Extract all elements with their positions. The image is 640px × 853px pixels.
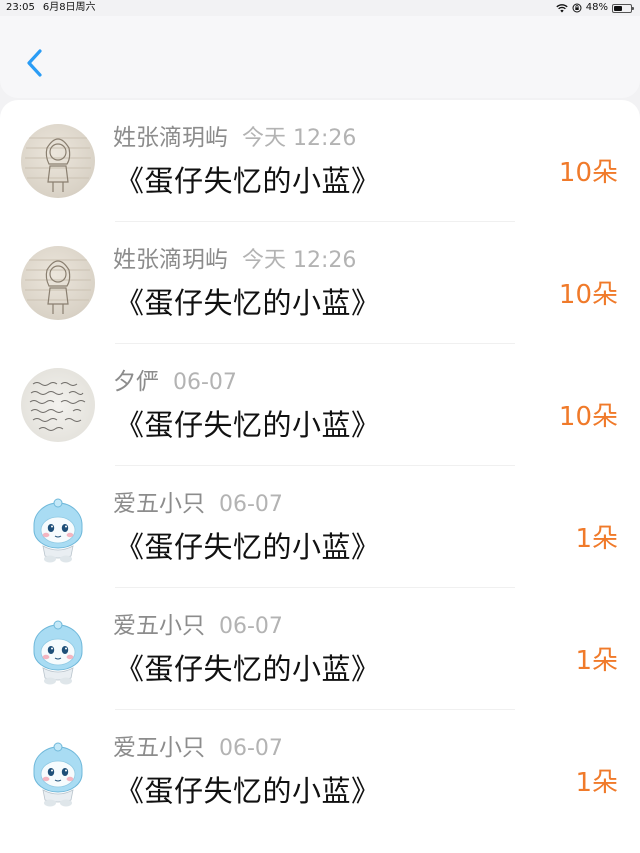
send-time: 06-07	[219, 492, 283, 517]
blue-mascot-avatar-icon	[33, 742, 83, 807]
user-avatar[interactable]	[21, 124, 95, 198]
back-button[interactable]	[18, 46, 52, 80]
chevron-left-icon	[27, 49, 42, 77]
sender-name: 爱五小只	[113, 735, 205, 761]
status-time: 23:05	[6, 2, 35, 13]
gift-title: 《蛋仔失忆的小蓝》	[115, 774, 381, 808]
send-time: 今天 12:26	[242, 126, 357, 151]
sender-name: 爱五小只	[113, 491, 205, 517]
user-avatar[interactable]	[21, 734, 95, 808]
user-avatar[interactable]	[21, 490, 95, 564]
sender-name: 姓张滴玥屿	[113, 247, 228, 273]
send-time: 06-07	[219, 614, 283, 639]
list-item[interactable]: 姓张滴玥屿 今天 12:26 《蛋仔失忆的小蓝》 10朵	[0, 222, 640, 344]
list-item[interactable]: 姓张滴玥屿 今天 12:26 《蛋仔失忆的小蓝》 10朵	[0, 100, 640, 222]
gift-amount: 10朵	[558, 280, 618, 310]
user-avatar[interactable]	[21, 246, 95, 320]
lock-rotation-icon	[572, 3, 582, 13]
nav-bar	[0, 16, 640, 98]
gift-amount: 1朵	[575, 524, 618, 554]
gift-title: 《蛋仔失忆的小蓝》	[115, 530, 381, 564]
send-time: 今天 12:26	[242, 248, 357, 273]
gift-title: 《蛋仔失忆的小蓝》	[115, 286, 381, 320]
list-item[interactable]: 爱五小只 06-07 《蛋仔失忆的小蓝》 1朵	[0, 588, 640, 710]
list-item[interactable]: 夕俨 06-07 《蛋仔失忆的小蓝》 10朵	[0, 344, 640, 466]
user-avatar[interactable]	[21, 368, 95, 442]
send-time: 06-07	[219, 736, 283, 761]
status-bar: 23:05 6月8日周六 48%	[0, 0, 640, 16]
battery-icon	[612, 3, 634, 13]
sketch-avatar-icon	[25, 259, 91, 314]
list-item[interactable]: 爱五小只 06-07 《蛋仔失忆的小蓝》 1朵	[0, 710, 640, 832]
gift-title: 《蛋仔失忆的小蓝》	[115, 164, 381, 198]
gift-title: 《蛋仔失忆的小蓝》	[115, 408, 381, 442]
battery-percent: 48%	[585, 2, 608, 13]
handwritten-note-avatar-icon	[29, 382, 86, 431]
status-date: 6月8日周六	[42, 2, 96, 13]
gift-list: 姓张滴玥屿 今天 12:26 《蛋仔失忆的小蓝》 10朵 姓张滴玥屿 今天 12…	[0, 100, 640, 853]
sender-name: 夕俨	[113, 369, 159, 395]
gift-amount: 10朵	[558, 158, 618, 188]
list-item[interactable]: 爱五小只 06-07 《蛋仔失忆的小蓝》 1朵	[0, 466, 640, 588]
blue-mascot-avatar-icon	[33, 620, 83, 685]
user-avatar[interactable]	[21, 612, 95, 686]
sender-name: 爱五小只	[113, 613, 205, 639]
sketch-avatar-icon	[25, 137, 91, 192]
gift-amount: 1朵	[575, 768, 618, 798]
gift-amount: 10朵	[558, 402, 618, 432]
blue-mascot-avatar-icon	[33, 498, 83, 563]
sender-name: 姓张滴玥屿	[113, 125, 228, 151]
wifi-icon	[556, 3, 568, 12]
gift-title: 《蛋仔失忆的小蓝》	[115, 652, 381, 686]
send-time: 06-07	[173, 370, 237, 395]
gift-amount: 1朵	[575, 646, 618, 676]
